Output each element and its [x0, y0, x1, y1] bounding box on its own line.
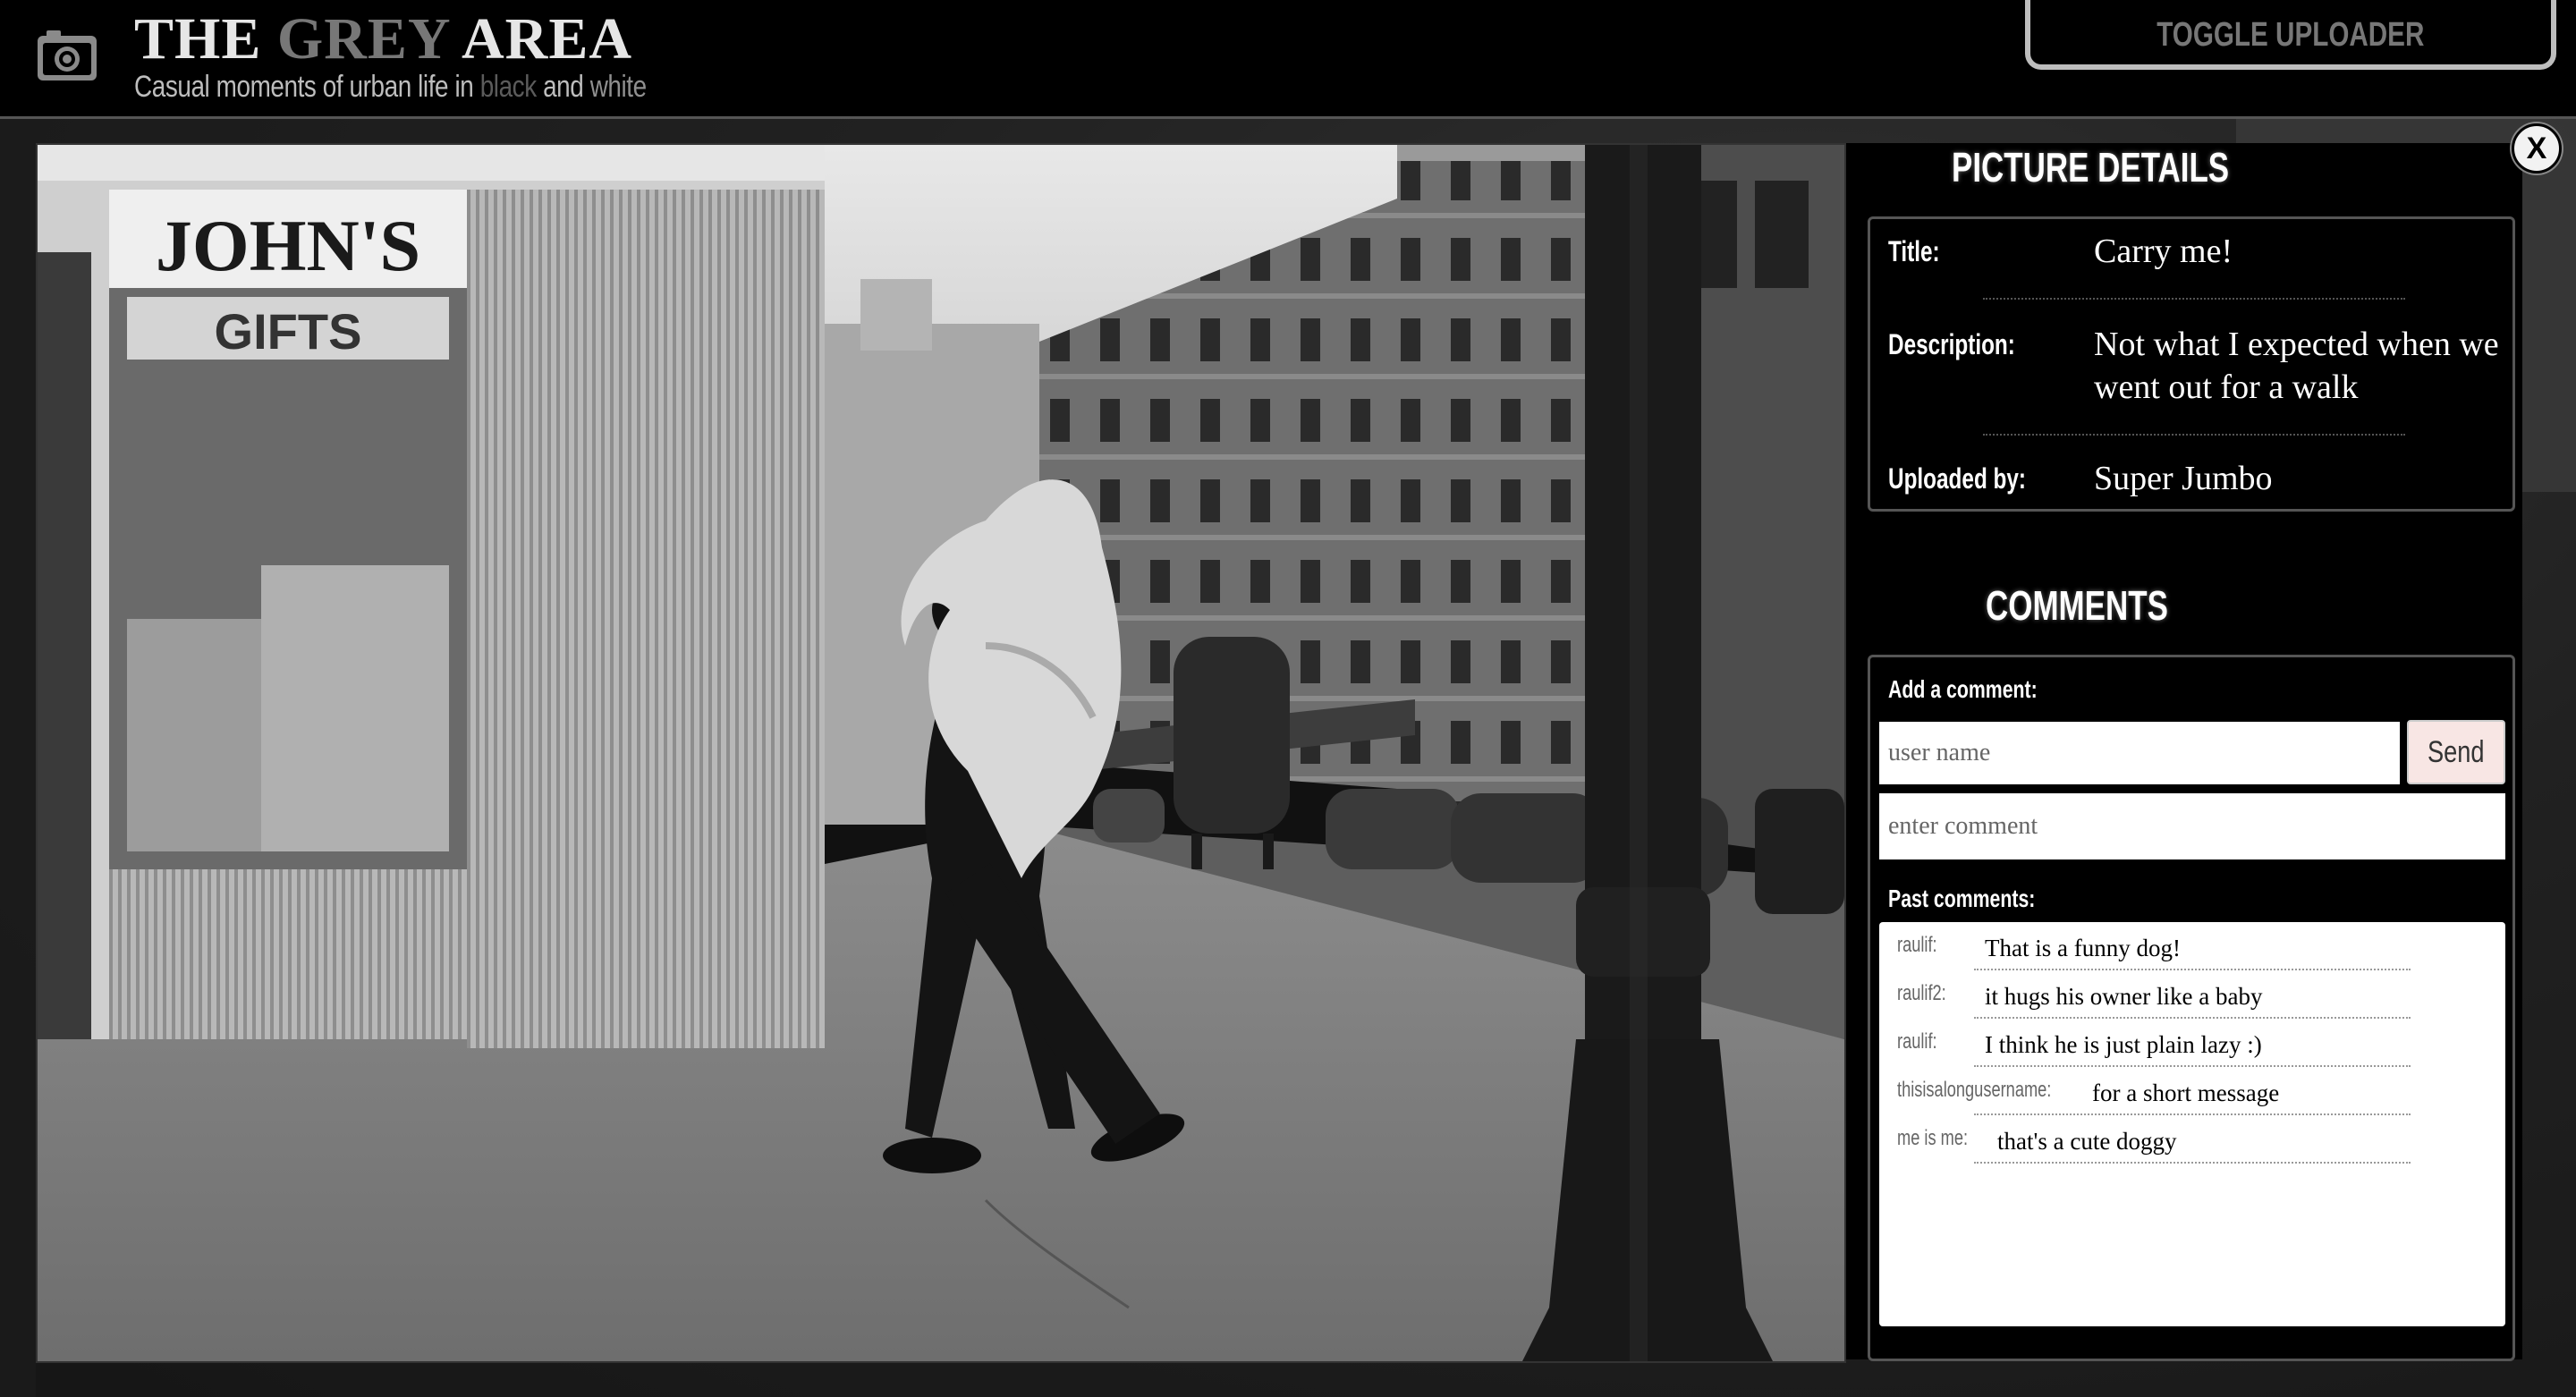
username-input[interactable]: [1879, 722, 2400, 784]
comments-heading: COMMENTS: [1986, 582, 2168, 629]
comment-text: I think he is just plain lazy :): [1985, 1031, 2262, 1058]
comments-panel: Add a comment: Send Past comments: rauli…: [1868, 655, 2515, 1361]
past-comments-label: Past comments:: [1888, 885, 2036, 912]
camera-icon: [38, 30, 97, 80]
comment-user: raulif:: [1897, 1029, 1937, 1054]
kiosk-sign-gifts: GIFTS: [215, 303, 362, 360]
close-button-label: X: [2526, 131, 2547, 165]
comment-input[interactable]: [1879, 793, 2505, 859]
comment-item: raulif2: it hugs his owner like a baby: [1879, 970, 2505, 1019]
comment-user: me is me:: [1897, 1126, 1969, 1150]
subtitle-word-and: and: [543, 70, 584, 104]
subtitle-prefix: Casual moments of urban life in: [134, 70, 474, 104]
close-modal-button[interactable]: X: [2512, 123, 2562, 174]
site-title-the: THE: [134, 6, 262, 72]
send-button-label: Send: [2428, 735, 2485, 769]
uploaded-by-label: Uploaded by:: [1888, 462, 2027, 495]
comment-item: thisisalongusername: for a short message: [1879, 1067, 2505, 1115]
details-separator: [1983, 298, 2405, 300]
details-separator: [1983, 434, 2405, 436]
comment-text: That is a funny dog!: [1985, 935, 2181, 961]
site-title-grey: GREY: [276, 6, 450, 72]
site-title-area: AREA: [462, 6, 633, 72]
comment-item: me is me: that's a cute doggy: [1879, 1115, 2505, 1164]
send-comment-button[interactable]: Send: [2407, 720, 2505, 784]
kiosk-sign-johns: JOHN'S: [156, 205, 420, 286]
comment-item: raulif: That is a funny dog!: [1879, 922, 2505, 970]
picture-details-panel: Title: Carry me! Description: Not what I…: [1868, 216, 2515, 512]
comment-text: it hugs his owner like a baby: [1985, 983, 2263, 1010]
comment-item: raulif: I think he is just plain lazy :): [1879, 1019, 2505, 1067]
comment-text: that's a cute doggy: [1997, 1128, 2177, 1155]
comment-user: thisisalongusername:: [1897, 1078, 2052, 1102]
picture-details-heading: PICTURE DETAILS: [1952, 144, 2230, 190]
photo-viewer: JOHN'S GIFTS: [36, 143, 1846, 1363]
add-comment-label: Add a comment:: [1888, 675, 2038, 703]
uploaded-by-value: Super Jumbo: [2094, 460, 2273, 497]
title-label: Title:: [1888, 235, 1940, 267]
subtitle-word-white: white: [589, 70, 647, 104]
comment-separator: [1974, 1162, 2411, 1164]
past-comments-list[interactable]: raulif: That is a funny dog! raulif2: it…: [1879, 922, 2505, 1326]
subtitle-word-black: black: [479, 70, 537, 104]
title-value: Carry me!: [2094, 233, 2233, 270]
street-photo: JOHN'S GIFTS: [38, 145, 1844, 1361]
toggle-uploader-button[interactable]: TOGGLE UPLOADER: [2025, 0, 2556, 70]
comment-user: raulif2:: [1897, 981, 1946, 1005]
toggle-uploader-label: TOGGLE UPLOADER: [2157, 16, 2425, 54]
site-header: THE GREY AREA Casual moments of urban li…: [0, 0, 2576, 119]
site-title: THE GREY AREA: [134, 4, 632, 75]
description-value: Not what I expected when we went out for…: [2094, 326, 2499, 406]
comment-text: for a short message: [2092, 1080, 2280, 1106]
description-label: Description:: [1888, 328, 2015, 360]
site-subtitle: Casual moments of urban life in black an…: [134, 70, 647, 105]
comment-user: raulif:: [1897, 933, 1937, 957]
